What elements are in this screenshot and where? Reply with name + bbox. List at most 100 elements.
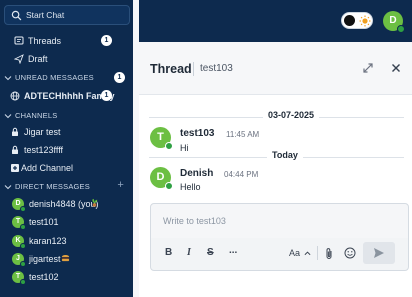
- direct-messages-label: DIRECT MESSAGES: [15, 182, 90, 191]
- dm-label: denish4848 (you): [29, 199, 99, 209]
- thread-panel: Thread test103 03-07-2025 T test103 11:4…: [139, 42, 412, 297]
- avatar-initial: K: [15, 237, 21, 244]
- message-composer: Write to test103 B I S ... Aa: [150, 203, 409, 271]
- plant-emoji-icon: [92, 198, 98, 207]
- unread-messages-header[interactable]: UNREAD MESSAGES 1: [0, 71, 133, 85]
- dm-label: test102: [29, 272, 59, 282]
- user-avatar-initial: D: [389, 15, 397, 26]
- theme-toggle[interactable]: [341, 12, 373, 29]
- channels-header[interactable]: CHANNELS: [0, 109, 133, 123]
- sidebar: Start Chat Threads 1 Draft UNREAD MESSAG…: [0, 0, 133, 297]
- online-status-dot: [20, 279, 26, 285]
- chevron-down-icon: [4, 185, 12, 190]
- dm-label: jigartest: [29, 254, 61, 264]
- online-status-dot: [165, 142, 173, 150]
- font-size-button[interactable]: Aa: [289, 248, 300, 260]
- thread-header: Thread test103: [139, 42, 412, 95]
- avatar-initial: J: [16, 255, 20, 262]
- lock-icon: [12, 145, 18, 154]
- title-divider: [193, 62, 194, 76]
- avatar-initial: T: [157, 131, 164, 143]
- start-chat-search[interactable]: Start Chat: [4, 5, 130, 25]
- date-divider: Today: [149, 150, 404, 164]
- avatar-initial: T: [15, 273, 21, 280]
- close-icon[interactable]: [389, 61, 403, 75]
- avatar: T: [12, 216, 26, 230]
- composer-placeholder: Write to test103: [163, 216, 226, 226]
- strikethrough-button[interactable]: S: [207, 247, 214, 259]
- message-author[interactable]: Denish: [180, 168, 213, 179]
- jigar-test-label: Jigar test: [24, 127, 61, 137]
- add-square-icon: [11, 164, 19, 172]
- sidebar-item-adtech-family[interactable]: ADTECHhhhh Family 1: [0, 88, 133, 104]
- online-status-dot: [20, 243, 26, 249]
- unread-messages-badge: 1: [114, 72, 125, 83]
- attachment-icon[interactable]: [324, 247, 334, 260]
- dm-item-denish4848[interactable]: D denish4848 (you): [0, 196, 133, 212]
- date-divider-label: 03-07-2025: [263, 110, 320, 120]
- threads-icon: [14, 36, 24, 45]
- message-avatar[interactable]: D: [150, 167, 173, 190]
- message-time: 04:44 PM: [224, 170, 259, 179]
- direct-messages-header[interactable]: DIRECT MESSAGES +: [0, 179, 133, 194]
- dm-item-test101[interactable]: T test101: [0, 214, 133, 230]
- chevron-up-icon[interactable]: [304, 250, 311, 256]
- online-status-dot: [20, 224, 26, 230]
- search-placeholder: Start Chat: [26, 10, 65, 20]
- avatar: K: [12, 235, 26, 249]
- thread-title: Thread: [150, 62, 192, 76]
- avatar: J: [12, 253, 26, 267]
- test123ffff-label: test123ffff: [24, 145, 64, 155]
- sun-icon: [359, 15, 371, 27]
- emoji-icon[interactable]: [344, 247, 356, 259]
- chevron-down-icon: [4, 114, 12, 119]
- dm-item-jigartest[interactable]: J jigartest: [0, 251, 133, 267]
- message-text: Hello: [180, 182, 201, 192]
- user-avatar[interactable]: D: [383, 11, 405, 33]
- channels-label: CHANNELS: [15, 111, 58, 120]
- online-status-dot: [20, 261, 26, 267]
- burger-emoji-icon: [61, 255, 70, 262]
- globe-icon: [10, 91, 20, 101]
- composer-input[interactable]: Write to test103: [151, 204, 408, 238]
- threads-badge: 1: [101, 35, 112, 46]
- sidebar-item-draft[interactable]: Draft: [0, 51, 133, 67]
- dm-item-karan123[interactable]: K karan123: [0, 233, 133, 249]
- send-icon: [374, 248, 384, 258]
- italic-button[interactable]: I: [187, 247, 191, 259]
- more-formatting-button[interactable]: ...: [229, 245, 237, 257]
- avatar: D: [12, 198, 26, 212]
- dm-item-test102[interactable]: T test102: [0, 269, 133, 285]
- toolbar-divider: [317, 246, 318, 260]
- avatar-initial: T: [15, 218, 21, 225]
- expand-icon[interactable]: [361, 61, 375, 75]
- toggle-knob: [344, 15, 355, 26]
- add-channel-label: Add Channel: [21, 163, 74, 173]
- online-status-dot: [397, 25, 405, 33]
- draft-label: Draft: [28, 54, 48, 64]
- bold-button[interactable]: B: [165, 247, 172, 259]
- send-button[interactable]: [363, 242, 395, 264]
- avatar-initial: D: [15, 200, 21, 207]
- avatar-initial: D: [156, 171, 165, 183]
- avatar: T: [12, 271, 26, 285]
- online-status-dot: [20, 206, 26, 212]
- send-draft-icon: [14, 54, 24, 64]
- dm-label: test101: [29, 217, 59, 227]
- add-channel-button[interactable]: Add Channel: [0, 160, 133, 176]
- sidebar-item-jigar-test[interactable]: Jigar test: [0, 124, 133, 140]
- message-time: 11:45 AM: [226, 130, 260, 139]
- thread-channel-name: test103: [200, 63, 233, 74]
- message-avatar[interactable]: T: [150, 127, 173, 150]
- message-author[interactable]: test103: [180, 128, 214, 139]
- date-divider-label: Today: [267, 150, 303, 160]
- sidebar-item-test123ffff[interactable]: test123ffff: [0, 142, 133, 158]
- search-icon: [11, 10, 22, 21]
- dm-label: karan123: [29, 236, 67, 246]
- add-direct-message-button[interactable]: +: [117, 179, 124, 191]
- top-header: D: [139, 0, 412, 42]
- sidebar-item-threads[interactable]: Threads 1: [0, 33, 133, 49]
- threads-label: Threads: [28, 36, 62, 46]
- date-divider: 03-07-2025: [149, 110, 404, 124]
- online-status-dot: [165, 182, 173, 190]
